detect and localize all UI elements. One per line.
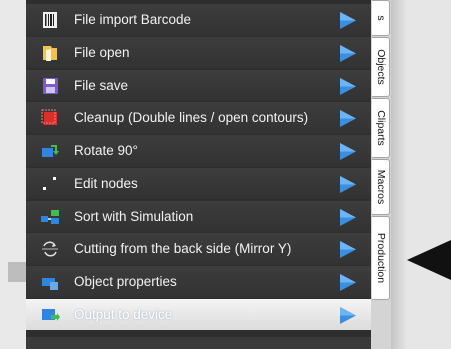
tab-macros[interactable]: Macros [372,159,390,215]
tab-label: Production [374,232,387,284]
tab-cliparts[interactable]: Cliparts [372,98,390,158]
menu-item-label: Rotate 90° [74,143,138,158]
barcode-icon [43,12,57,28]
play-arrow-icon[interactable] [339,241,357,259]
macro-menu: File import Barcode File open File save [26,4,371,332]
menu-item-label: Cleanup (Double lines / open contours) [74,110,309,126]
tab-label: s [374,15,387,21]
menu-item-object-properties[interactable]: Object properties [26,266,371,298]
menu-item-label: Edit nodes [74,175,138,191]
menu-item-label: Object properties [74,274,177,289]
right-area [391,0,451,349]
tab-label: Objects [374,49,387,85]
tab-label: Macros [374,169,387,205]
output-device-icon [42,308,60,321]
left-strip [8,262,26,282]
object-properties-icon [42,278,58,290]
rotate-icon [42,145,59,157]
play-arrow-icon[interactable] [339,175,357,193]
tab-objects[interactable]: Objects [372,37,390,97]
play-arrow-icon[interactable] [339,208,357,226]
panel-footer [26,337,371,349]
play-arrow-icon[interactable] [339,44,357,62]
menu-item-label: File open [74,44,130,60]
menu-item-label: File import Barcode [74,12,192,27]
play-arrow-icon[interactable] [339,143,357,160]
menu-item-file-import-barcode[interactable]: File import Barcode [26,4,371,36]
menu-item-cleanup[interactable]: Cleanup (Double lines / open contours) [26,102,371,134]
collapse-pointer-icon[interactable] [407,240,451,280]
folder-open-icon [43,45,57,61]
menu-item-edit-nodes[interactable]: Edit nodes [26,167,371,200]
mirror-y-icon [42,241,58,257]
menu-item-cutting-from-back-side[interactable]: Cutting from the back side (Mirror Y) [26,233,371,265]
side-tab-strip: s Objects Cliparts Macros Production [371,0,391,349]
floppy-disk-icon [43,77,58,94]
right-shadow [391,0,407,349]
menu-item-label: Output to device [74,306,173,322]
play-arrow-icon[interactable] [339,77,357,95]
play-arrow-icon[interactable] [339,306,357,324]
tab-partial[interactable]: s [372,0,390,36]
tab-production[interactable]: Production [372,216,390,300]
tab-label: Cliparts [374,110,387,146]
menu-item-label: Cutting from the back side (Mirror Y) [74,241,292,257]
edit-nodes-icon [43,176,56,190]
menu-item-file-save[interactable]: File save [26,69,371,101]
menu-item-file-open[interactable]: File open [26,36,371,69]
play-arrow-icon[interactable] [339,110,357,128]
menu-item-rotate-90[interactable]: Rotate 90° [26,135,371,167]
sort-simulation-icon [41,209,59,224]
menu-item-sort-with-simulation[interactable]: Sort with Simulation [26,200,371,232]
macro-panel: File import Barcode File open File save [26,0,371,349]
play-arrow-icon[interactable] [339,274,357,291]
menu-item-label: File save [74,77,129,93]
cleanup-icon [41,109,57,126]
left-margin [0,0,26,349]
menu-item-label: Sort with Simulation [74,208,194,224]
play-arrow-icon[interactable] [339,12,357,29]
menu-item-output-to-device[interactable]: Output to device [26,298,371,331]
